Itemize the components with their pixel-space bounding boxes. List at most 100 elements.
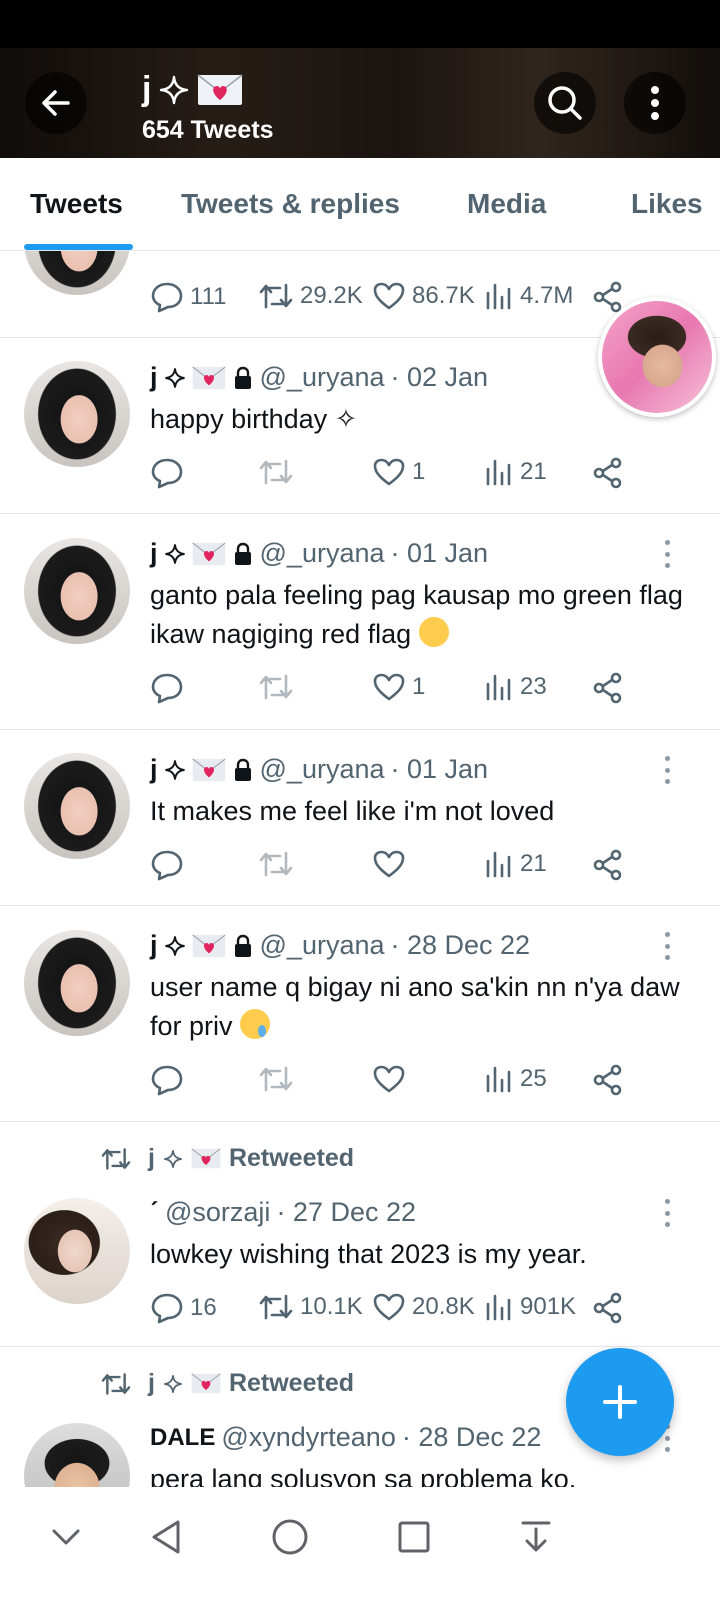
tweet-more-button[interactable]: [660, 756, 674, 784]
tweet-item[interactable]: j @_uryana · 01 Jan ganto pala feeling p…: [0, 514, 720, 730]
sparkle-icon: [160, 75, 189, 104]
views-button[interactable]: 4.7M: [484, 281, 573, 311]
nav-collapse-button[interactable]: [36, 1507, 96, 1567]
sparkle-icon: [164, 935, 185, 956]
retweet-icon: [259, 674, 293, 700]
tweet-more-button[interactable]: [660, 540, 674, 568]
tweet-handle[interactable]: @sorzaji: [165, 1197, 270, 1228]
tweet-actions: 1 23: [150, 672, 650, 706]
avatar[interactable]: [24, 1198, 130, 1304]
retweet-button[interactable]: [258, 457, 294, 487]
share-button[interactable]: [592, 849, 624, 881]
chevron-down-icon: [52, 1529, 80, 1545]
tweet-author-name: DALE: [150, 1423, 216, 1451]
retweet-item[interactable]: j Retweeted ˊ @sorzaji · 27 Dec 22 lowke…: [0, 1122, 720, 1347]
compose-tweet-button[interactable]: [566, 1348, 674, 1456]
like-button[interactable]: 1: [372, 457, 425, 487]
tweet-meta: DALE @xyndyrteano · 28 Dec 22: [150, 1422, 541, 1453]
tweet-actions: 1 21: [150, 457, 650, 491]
tweet-more-button[interactable]: [660, 932, 674, 960]
more-options-button[interactable]: [624, 72, 686, 134]
system-navigation-bar: [0, 1487, 720, 1600]
nav-recents-button[interactable]: [384, 1507, 444, 1567]
reply-button[interactable]: 16: [150, 1292, 217, 1324]
tweet-handle[interactable]: @xyndyrteano: [221, 1422, 396, 1453]
tweet-feed[interactable]: 111 29.2K 86.7K 4.7M j @_uryana · 02 Jan…: [0, 251, 720, 1487]
tweet-date[interactable]: · 28 Dec 22: [391, 930, 531, 961]
tweet-handle[interactable]: @_uryana: [260, 754, 385, 785]
account-switcher-avatar[interactable]: [598, 297, 716, 417]
nav-home-button[interactable]: [260, 1507, 320, 1567]
tweet-date[interactable]: · 28 Dec 22: [402, 1422, 542, 1453]
tweet-date[interactable]: · 01 Jan: [391, 754, 489, 785]
avatar[interactable]: [24, 361, 130, 467]
views-button[interactable]: 23: [484, 672, 547, 702]
views-button[interactable]: 21: [484, 849, 547, 879]
retweet-button[interactable]: [258, 849, 294, 879]
retweet-button[interactable]: [258, 1064, 294, 1094]
like-button[interactable]: 1: [372, 672, 425, 702]
avatar[interactable]: [24, 930, 130, 1036]
nav-back-button[interactable]: [136, 1507, 196, 1567]
like-button[interactable]: 20.8K: [372, 1292, 475, 1322]
views-button[interactable]: 901K: [484, 1292, 576, 1322]
reply-icon: [151, 850, 183, 881]
like-button[interactable]: [372, 849, 406, 879]
love-letter-icon: [191, 1373, 221, 1394]
avatar[interactable]: [24, 538, 130, 644]
tweet-handle[interactable]: @_uryana: [260, 538, 385, 569]
heart-icon: [373, 1065, 405, 1093]
avatar[interactable]: [24, 251, 130, 295]
search-button[interactable]: [534, 72, 596, 134]
tab-tweets[interactable]: Tweets: [30, 188, 123, 220]
vertical-dots-icon: [651, 86, 659, 120]
tweet-more-button[interactable]: [660, 1199, 674, 1227]
reply-icon: [151, 1065, 183, 1096]
share-button[interactable]: [592, 457, 624, 489]
tab-likes[interactable]: Likes: [631, 188, 703, 220]
tweet-handle[interactable]: @_uryana: [260, 362, 385, 393]
tab-tweets-replies[interactable]: Tweets & replies: [181, 188, 400, 220]
reply-button[interactable]: [150, 457, 184, 489]
views-chart-icon: [486, 283, 511, 310]
like-button[interactable]: 86.7K: [372, 281, 475, 311]
reply-button[interactable]: 111: [150, 281, 226, 313]
sparkle-icon: [164, 1149, 182, 1168]
reply-button[interactable]: [150, 849, 184, 881]
nav-notifications-button[interactable]: [506, 1507, 566, 1567]
tweet-item[interactable]: j @_uryana · 28 Dec 22 user name q bigay…: [0, 906, 720, 1122]
tweet-meta: j @_uryana · 01 Jan: [150, 538, 488, 569]
views-chart-icon: [486, 459, 511, 486]
tweet-item[interactable]: j @_uryana · 01 Jan It makes me feel lik…: [0, 730, 720, 906]
back-button[interactable]: [25, 72, 87, 134]
pull-down-icon: [521, 1521, 551, 1552]
retweet-button[interactable]: 10.1K: [258, 1292, 363, 1322]
avatar[interactable]: [24, 753, 130, 859]
reply-button[interactable]: [150, 672, 184, 704]
tweet-date[interactable]: · 02 Jan: [391, 362, 489, 393]
retweet-icon: [259, 283, 293, 309]
share-button[interactable]: [592, 672, 624, 704]
circle-home-icon: [272, 1519, 308, 1555]
share-button[interactable]: [592, 1292, 624, 1324]
tweet-date[interactable]: · 01 Jan: [391, 538, 489, 569]
reply-button[interactable]: [150, 1064, 184, 1096]
retweet-button[interactable]: [258, 672, 294, 702]
like-button[interactable]: [372, 1064, 406, 1094]
views-button[interactable]: 25: [484, 1064, 547, 1094]
tweet-handle[interactable]: @_uryana: [260, 930, 385, 961]
views-chart-icon: [486, 1294, 511, 1321]
square-recents-icon: [398, 1521, 430, 1553]
avatar[interactable]: [24, 1423, 130, 1487]
share-button[interactable]: [592, 1064, 624, 1096]
retweet-icon: [259, 1294, 293, 1320]
tweet-date[interactable]: · 27 Dec 22: [276, 1197, 416, 1228]
sparkle-icon: [164, 543, 185, 564]
tab-media[interactable]: Media: [467, 188, 546, 220]
views-button[interactable]: 21: [484, 457, 547, 487]
retweet-button[interactable]: 29.2K: [258, 281, 363, 311]
search-icon: [548, 86, 582, 120]
lock-icon: [234, 366, 251, 389]
share-button[interactable]: [592, 281, 624, 313]
love-letter-icon: [191, 757, 226, 781]
